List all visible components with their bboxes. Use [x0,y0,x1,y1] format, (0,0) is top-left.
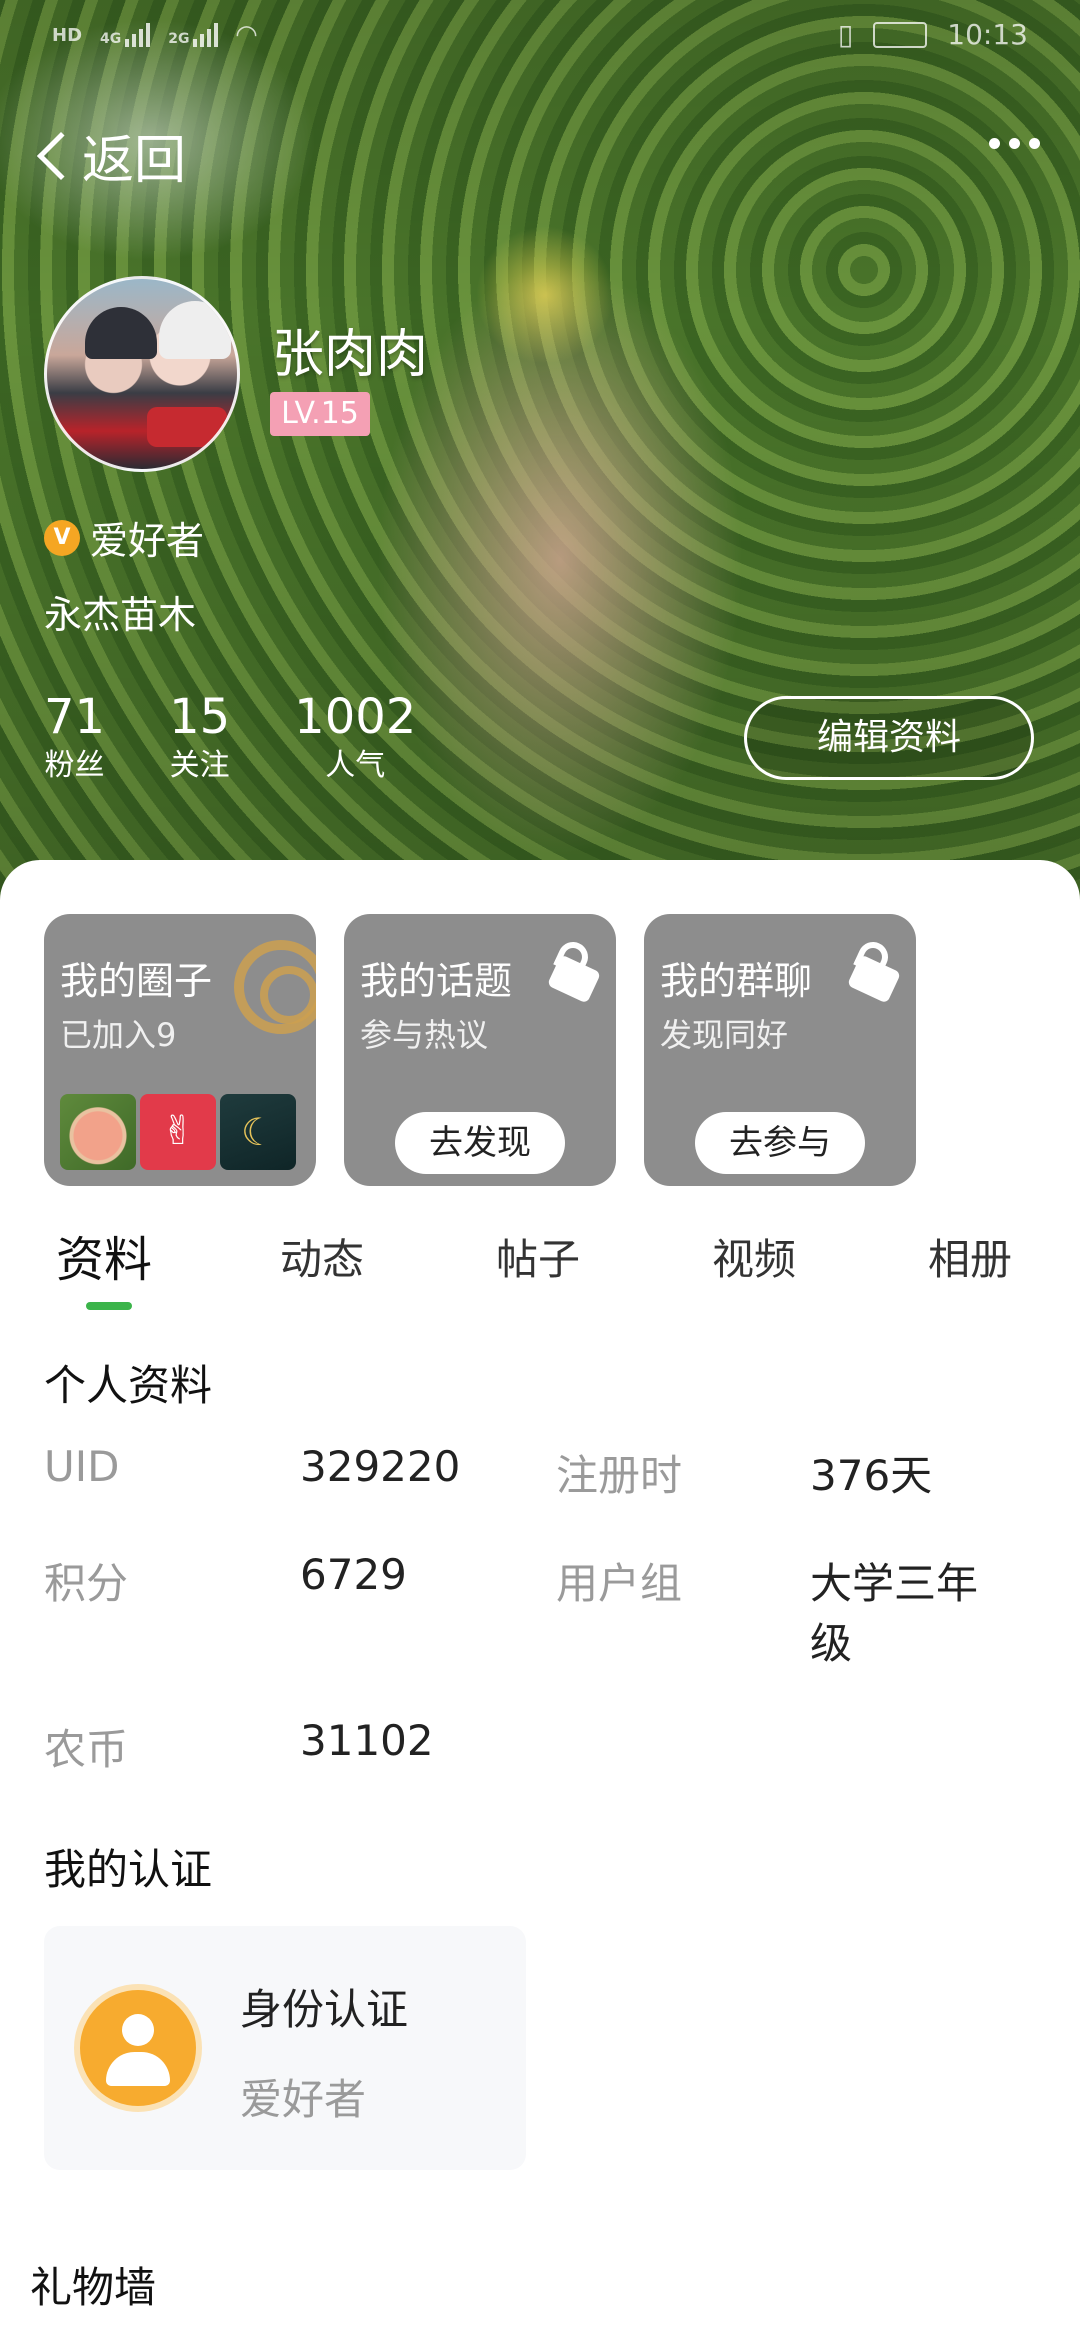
top-bar: 返回 [0,110,1080,193]
field-key-uid: UID [44,1442,120,1491]
stat-value: 1002 [294,689,417,745]
tab-posts[interactable]: 帖子 [496,1226,580,1287]
vibrate-icon: ▯ [837,18,854,51]
card-subtitle: 参与热议 [360,1016,489,1054]
field-key-coins: 农币 [44,1725,129,1774]
stat-popularity: 1002 人气 [294,690,416,788]
lock-icon [546,937,602,1004]
network-2g-label: 2G [168,31,190,47]
stat-label: 人气 [325,748,386,783]
content-sheet: 我的圈子 已加入9 我的话题 参与热议 去发现 我的群聊 发现同好 去参与 资料… [0,860,1080,2340]
wifi-icon: ◠ [236,20,257,50]
field-key-registered: 注册时 [556,1451,683,1500]
circle-thumbnail[interactable] [220,1094,296,1170]
tab-indicator [86,1302,132,1310]
user-icon [80,1990,196,2106]
more-dot-icon [1009,138,1020,149]
role-row: V 爱好者 [44,510,204,565]
field-val-points: 6729 [300,1550,407,1599]
signal-2g-icon: 2G [168,23,219,47]
card-title: 我的话题 [360,959,513,1003]
tab-activity[interactable]: 动态 [280,1226,364,1287]
field-val-user-group-line1: 大学三年 [810,1559,979,1608]
identity-certification-card[interactable]: 身份认证 爱好者 [44,1926,526,2170]
company-name: 永杰苗木 [44,593,197,637]
circle-thumbnail[interactable] [60,1094,136,1170]
card-title: 我的群聊 [660,959,813,1003]
field-val-user-group-line2: 级 [810,1619,853,1668]
circle-thumbnails [60,1094,296,1170]
field-val-registered: 376天 [810,1451,933,1500]
stats-row: 71 粉丝 15 关注 1002 人气 [44,690,480,788]
battery-icon [873,21,928,48]
card-my-topics[interactable]: 我的话题 参与热议 去发现 [344,914,616,1186]
section-title-gift-wall: 礼物墙 [30,2263,157,2312]
hd-indicator: HD [52,24,83,46]
card-my-group-chats[interactable]: 我的群聊 发现同好 去参与 [644,914,916,1186]
field-val-uid: 329220 [300,1442,461,1491]
back-label: 返回 [82,131,187,191]
cert-title: 身份认证 [240,1985,409,2034]
stat-fans[interactable]: 71 粉丝 [44,690,105,788]
card-my-circles[interactable]: 我的圈子 已加入9 [44,914,316,1186]
stat-label: 关注 [169,748,230,783]
section-title-certification: 我的认证 [44,1845,213,1894]
status-right: ▯ 10:13 [838,18,1028,51]
stat-value: 71 [44,689,106,745]
tab-videos[interactable]: 视频 [712,1226,796,1287]
card-title: 我的圈子 [60,959,213,1003]
avatar-detail [85,307,157,359]
role-label: 爱好者 [90,519,205,563]
signal-4g-icon: 4G [100,23,151,47]
more-dot-icon [989,138,1000,149]
network-4g-label: 4G [100,31,122,47]
field-key-points: 积分 [44,1559,129,1608]
back-button[interactable]: 返回 [30,118,186,193]
clock: 10:13 [947,18,1028,51]
level-badge: LV.15 [270,392,370,436]
cert-subtitle: 爱好者 [240,2075,367,2124]
username: 张肉肉 [272,325,429,385]
verified-badge-icon: V [44,519,80,556]
feature-cards: 我的圈子 已加入9 我的话题 参与热议 去发现 我的群聊 发现同好 去参与 [44,914,916,1186]
edit-profile-button[interactable]: 编辑资料 [744,696,1034,780]
tab-profile[interactable]: 资料 [56,1220,152,1290]
avatar-detail [147,407,227,447]
status-bar: HD 4G 2G ◠ ▯ 10:13 [0,14,1080,60]
tab-album[interactable]: 相册 [928,1226,1012,1287]
stat-label: 粉丝 [44,748,105,783]
card-subtitle: 发现同好 [660,1016,789,1054]
chevron-left-icon [36,131,86,180]
section-title-personal: 个人资料 [44,1361,213,1410]
card-subtitle: 已加入9 [60,1016,177,1054]
more-menu-button[interactable] [989,138,1040,149]
more-dot-icon [1029,138,1040,149]
stat-value: 15 [169,689,231,745]
stat-following[interactable]: 15 关注 [169,690,230,788]
field-val-coins: 31102 [300,1716,434,1765]
lock-icon [846,937,902,1004]
field-key-user-group: 用户组 [556,1559,683,1608]
avatar[interactable] [44,276,240,472]
profile-cover-image: HD 4G 2G ◠ ▯ 10:13 返回 张肉肉 LV.15 V 爱好者 永杰… [0,0,1080,900]
join-button[interactable]: 去参与 [695,1112,865,1174]
status-left: HD 4G 2G ◠ [52,20,256,50]
profile-tabs: 资料 动态 帖子 视频 相册 [0,1220,1080,1310]
swirl-decoration-icon [234,940,316,1034]
circle-thumbnail[interactable] [140,1094,216,1170]
discover-button[interactable]: 去发现 [395,1112,565,1174]
